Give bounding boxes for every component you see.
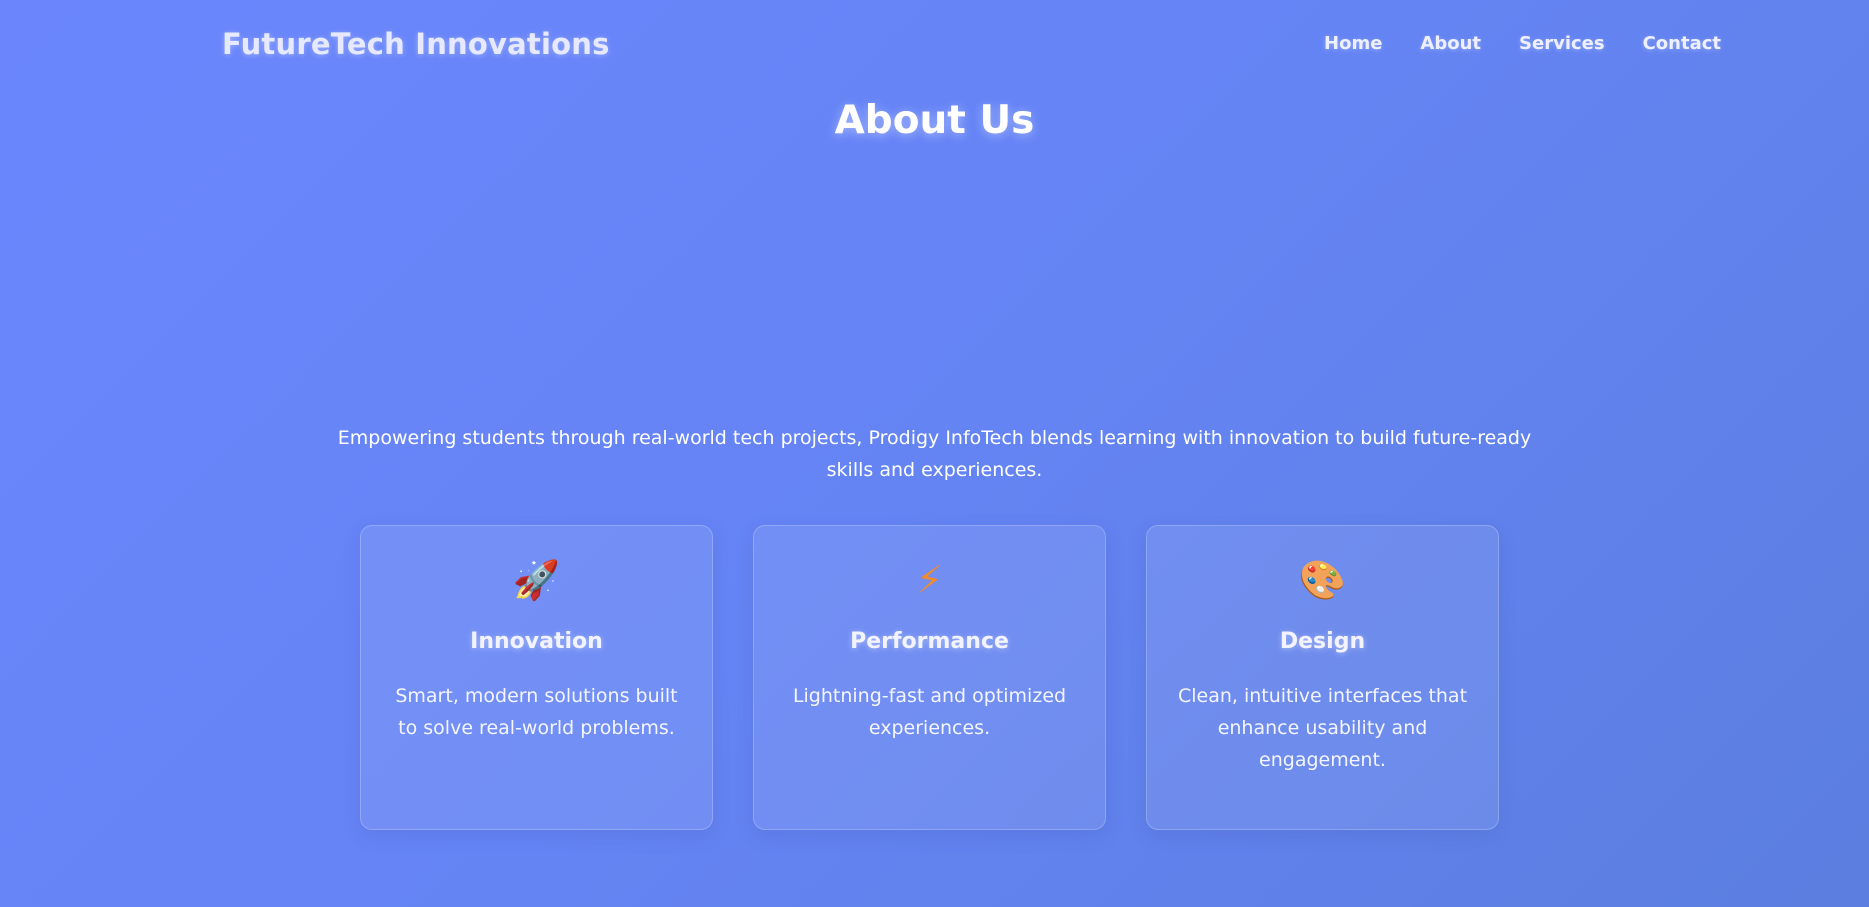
feature-title: Design: [1279, 629, 1366, 654]
nav-link-services[interactable]: Services: [1519, 33, 1605, 54]
feature-card-performance[interactable]: ⚡ Performance Lightning-fast and optimiz…: [753, 525, 1106, 830]
rocket-icon: 🚀: [512, 558, 561, 602]
main-nav: Home About Services Contact: [1324, 33, 1721, 54]
feature-title: Performance: [850, 629, 1009, 654]
feature-title: Innovation: [470, 629, 603, 654]
about-intro-text: Empowering students through real-world t…: [337, 427, 1532, 481]
site-logo[interactable]: FutureTech Innovations: [222, 27, 610, 61]
feature-description: Clean, intuitive interfaces that enhance…: [1177, 685, 1468, 771]
page-title: About Us: [834, 98, 1035, 143]
nav-link-home[interactable]: Home: [1324, 33, 1382, 54]
feature-description: Lightning-fast and optimized experiences…: [792, 685, 1067, 739]
feature-card-design[interactable]: 🎨 Design Clean, intuitive interfaces tha…: [1146, 525, 1499, 830]
nav-link-about[interactable]: About: [1420, 33, 1481, 54]
site-header: FutureTech Innovations Home About Servic…: [0, 0, 1869, 92]
nav-link-contact[interactable]: Contact: [1643, 33, 1721, 54]
lightning-bolt-icon: ⚡: [916, 558, 943, 602]
palette-icon: 🎨: [1298, 558, 1347, 602]
feature-cards: 🚀 Innovation Smart, modern solutions bui…: [360, 525, 1499, 830]
feature-description: Smart, modern solutions built to solve r…: [395, 685, 678, 739]
feature-card-innovation[interactable]: 🚀 Innovation Smart, modern solutions bui…: [360, 525, 713, 830]
